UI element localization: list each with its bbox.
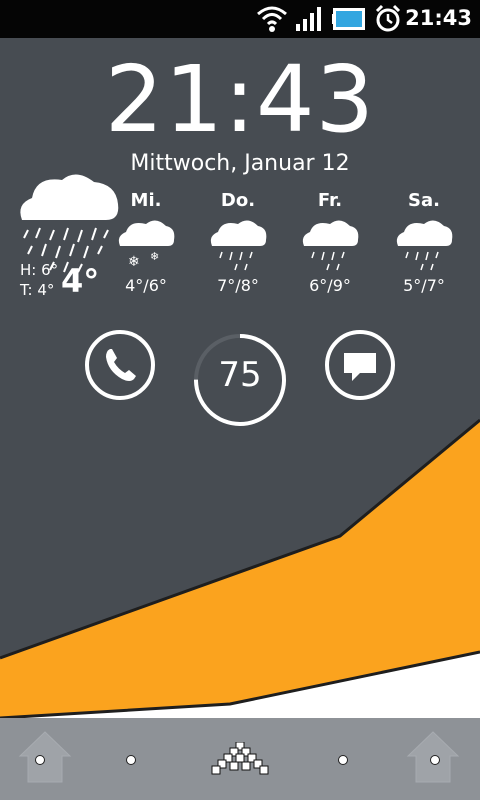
wifi-icon	[257, 6, 287, 32]
home-icon[interactable]	[16, 726, 74, 786]
forecast-day-4[interactable]: Sa. 5°/7°	[384, 190, 464, 295]
snow-cloud-icon: ❄ ❄	[118, 220, 175, 270]
forecast-temps: 4°/6°	[125, 276, 167, 295]
phone-icon	[106, 349, 136, 381]
forecast-day-3[interactable]: Fr. 6°/9°	[290, 190, 370, 295]
forecast-temps: 7°/8°	[217, 276, 259, 295]
forecast-day-label: Fr.	[317, 190, 343, 211]
battery-percent: 75	[218, 355, 262, 395]
status-bar: 21:43	[0, 0, 480, 38]
svg-text:❄: ❄	[150, 250, 159, 263]
dock	[0, 718, 480, 800]
svg-text:❄: ❄	[128, 254, 140, 270]
signal-icon	[296, 7, 321, 31]
alarm-icon	[375, 4, 401, 32]
message-icon	[344, 353, 376, 381]
today-high: H: 6°	[20, 261, 59, 279]
phone-button[interactable]	[84, 329, 156, 401]
forecast-temps: 5°/7°	[403, 276, 445, 295]
messages-button[interactable]	[324, 329, 396, 401]
rain-cloud-icon	[210, 220, 267, 271]
app-drawer-icon[interactable]	[210, 742, 270, 778]
forecast-day-label: Do.	[220, 190, 256, 211]
battery-icon	[332, 8, 365, 30]
forecast-day-2[interactable]: Do. 7°/8°	[198, 190, 278, 295]
page-dot[interactable]	[430, 755, 440, 765]
rain-cloud-icon	[396, 220, 453, 271]
page-dot[interactable]	[126, 755, 136, 765]
forecast-temps: 6°/9°	[309, 276, 351, 295]
clock-time[interactable]: 21:43	[0, 46, 480, 153]
forecast-day-label: Sa.	[408, 190, 440, 211]
forecast-day-label: Mi.	[130, 190, 162, 211]
today-low: T: 4°	[20, 281, 55, 299]
forecast-day-1[interactable]: Mi. ❄ ❄ 4°/6°	[106, 190, 186, 295]
page-dot[interactable]	[35, 755, 45, 765]
status-time: 21:43	[405, 6, 472, 30]
today-current-temp: 4°	[61, 262, 100, 300]
page-dot[interactable]	[338, 755, 348, 765]
rain-cloud-icon	[302, 220, 359, 271]
